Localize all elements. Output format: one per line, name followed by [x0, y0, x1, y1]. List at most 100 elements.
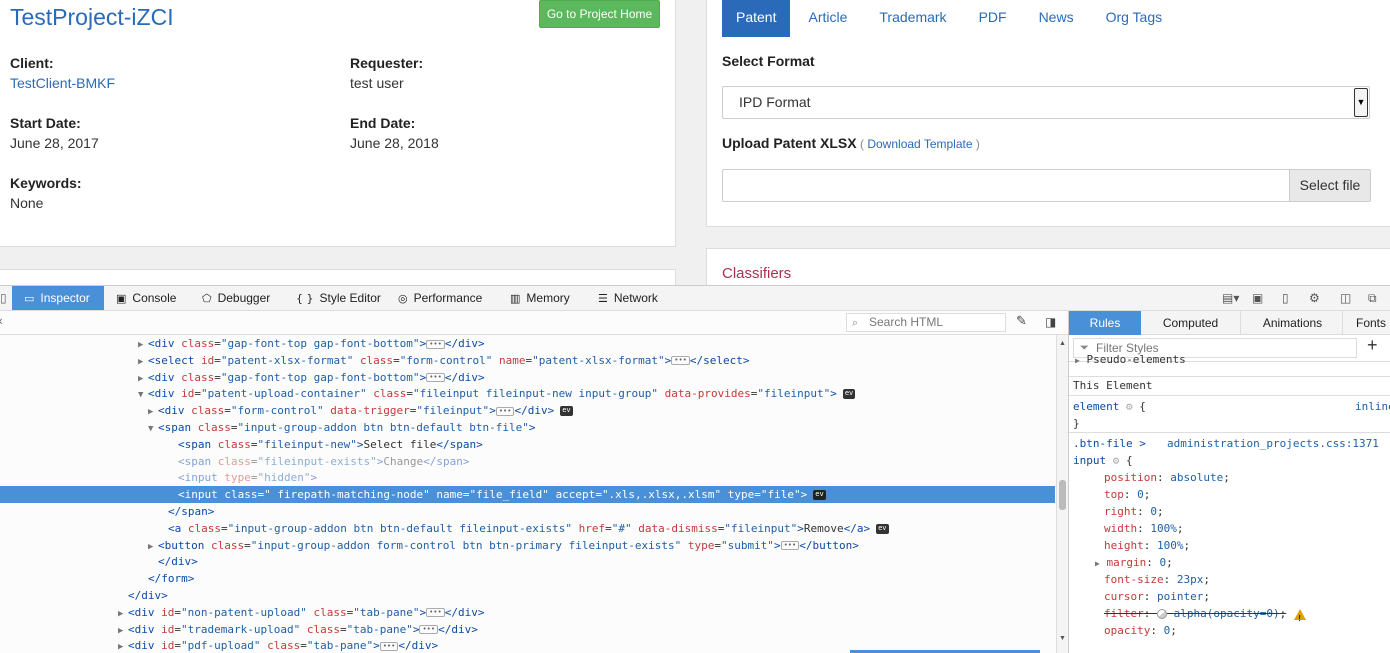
collapsed-ellipsis-icon[interactable]: •••: [671, 356, 690, 366]
tab-trademark[interactable]: Trademark: [865, 0, 960, 37]
tab-console[interactable]: ▣ Console: [116, 286, 176, 310]
element-picker-icon[interactable]: ▯: [0, 286, 10, 310]
network-icon: ☰: [598, 292, 608, 305]
event-badge[interactable]: ev: [876, 523, 889, 534]
client-link[interactable]: TestClient-BMKF: [10, 75, 115, 91]
project-info-panel: [0, 0, 676, 247]
markup-node[interactable]: ▼ <div id="patent-upload-container" class…: [0, 385, 1055, 402]
toggle-sidebar-icon[interactable]: ◨: [1045, 315, 1056, 329]
markup-node[interactable]: ▶ <div class="gap-font-top gap-font-botto…: [0, 335, 1055, 352]
event-badge[interactable]: ev: [560, 406, 573, 417]
tab-style-editor[interactable]: { } Style Editor: [296, 286, 381, 310]
go-to-project-home-button[interactable]: Go to Project Home: [539, 0, 660, 28]
css-declaration[interactable]: ▶ margin: 0;: [1095, 554, 1390, 572]
collapsed-twisty-icon[interactable]: ▶: [118, 639, 128, 653]
popout-icon[interactable]: ⧉: [1368, 291, 1377, 306]
format-select[interactable]: IPD Format ▼: [722, 86, 1370, 119]
eyedropper-icon[interactable]: ✎: [1016, 314, 1027, 329]
tab-computed[interactable]: Computed: [1141, 311, 1241, 335]
css-declaration[interactable]: top: 0;: [1104, 486, 1390, 503]
scrollbar-thumb[interactable]: [1059, 480, 1066, 510]
markup-node[interactable]: ▶ <div id="trademark-upload" class="tab-p…: [0, 621, 1055, 638]
tab-pdf[interactable]: PDF: [965, 0, 1021, 37]
tab-performance[interactable]: ◎ Performance: [398, 286, 482, 310]
css-declaration[interactable]: opacity: 0;: [1104, 622, 1390, 639]
tab-network[interactable]: ☰ Network: [598, 286, 658, 310]
markup-node[interactable]: ▼ <span class="input-group-addon btn btn-…: [0, 419, 1055, 436]
filter-swatch-icon[interactable]: [1157, 609, 1167, 619]
tab-article[interactable]: Article: [794, 0, 861, 37]
rule-source-link[interactable]: administration_projects.css:1371: [1167, 435, 1390, 452]
select-format-label: Select Format: [722, 53, 815, 69]
markup-node[interactable]: ▶ <div class="form-control" data-trigger=…: [0, 402, 1055, 419]
markup-node[interactable]: </div>: [0, 553, 1055, 570]
scroll-up-icon[interactable]: ▲: [1059, 340, 1066, 347]
tab-memory[interactable]: ▥ Memory: [510, 286, 570, 310]
markup-node[interactable]: </div>: [0, 587, 1055, 604]
css-declaration[interactable]: font-size: 23px;: [1104, 571, 1390, 588]
collapsed-ellipsis-icon[interactable]: •••: [379, 641, 399, 651]
split-console-icon[interactable]: ▣: [1252, 291, 1263, 305]
event-badge[interactable]: ev: [813, 490, 826, 501]
markup-node[interactable]: ▶ <div class="gap-font-top gap-font-botto…: [0, 369, 1055, 386]
chevron-down-icon[interactable]: ▼: [1354, 88, 1368, 117]
breadcrumb-arrow-icon[interactable]: ‹: [0, 314, 3, 328]
markup-node[interactable]: ▶ <div id="non-patent-upload" class="tab-…: [0, 604, 1055, 621]
markup-node[interactable]: ▶ <select id="patent-xlsx-format" class="…: [0, 352, 1055, 369]
tab-org-tags[interactable]: Org Tags: [1092, 0, 1177, 37]
css-declaration[interactable]: position: absolute;: [1104, 469, 1390, 486]
search-html-input[interactable]: ⌕ Search HTML: [846, 313, 1006, 332]
markup-node[interactable]: </span>: [0, 503, 1055, 520]
selected-markup-node[interactable]: <input class=" firepath-matching-node" n…: [0, 486, 1055, 504]
css-declaration[interactable]: cursor: pointer;: [1104, 588, 1390, 605]
markup-node[interactable]: <span class="fileinput-new">Select file<…: [0, 436, 1055, 453]
tab-memory-label: Memory: [526, 291, 570, 305]
end-date-value: June 28, 2018: [350, 135, 439, 151]
collapsed-ellipsis-icon[interactable]: •••: [426, 608, 445, 618]
rule-options-icon: ⚙: [1112, 454, 1120, 467]
markup-node[interactable]: <a class="input-group-addon btn btn-defa…: [0, 520, 1055, 537]
dock-layout-icon[interactable]: ▤▾: [1222, 291, 1239, 305]
expand-arrow-icon[interactable]: ▶: [1095, 559, 1100, 568]
tab-rules[interactable]: Rules: [1069, 311, 1141, 335]
collapsed-ellipsis-icon[interactable]: •••: [426, 339, 445, 349]
file-display-field[interactable]: [722, 169, 1290, 202]
tab-performance-label: Performance: [413, 291, 483, 305]
css-declaration[interactable]: filter: alpha(opacity=0);: [1104, 605, 1390, 627]
tab-patent[interactable]: Patent: [722, 0, 791, 37]
scroll-down-icon[interactable]: ▼: [1059, 635, 1066, 642]
collapsed-ellipsis-icon[interactable]: •••: [780, 541, 800, 551]
markup-node[interactable]: <input type="hidden">: [0, 469, 1055, 486]
gear-icon[interactable]: ⚙: [1309, 291, 1320, 305]
event-badge[interactable]: ev: [842, 389, 856, 400]
pseudo-elements-row[interactable]: ▶ Pseudo-elements: [1075, 351, 1390, 369]
tab-news[interactable]: News: [1025, 0, 1088, 37]
markup-node[interactable]: <span class="fileinput-exists">Change</s…: [0, 453, 1055, 470]
markup-node[interactable]: </form>: [0, 570, 1055, 587]
tab-animations[interactable]: Animations: [1243, 311, 1343, 335]
element-rule[interactable]: element ⚙ {: [1073, 398, 1390, 415]
css-declaration[interactable]: right: 0;: [1104, 503, 1390, 520]
css-declaration[interactable]: height: 100%;: [1104, 537, 1390, 554]
rule-selector-line2[interactable]: input ⚙ {: [1073, 452, 1390, 469]
css-declaration[interactable]: width: 100%;: [1104, 520, 1390, 537]
collapsed-ellipsis-icon[interactable]: •••: [426, 373, 445, 383]
select-file-button[interactable]: Select file: [1289, 169, 1371, 202]
tab-inspector[interactable]: ▭ Inspector: [12, 286, 104, 310]
tab-debugger[interactable]: ⬠ Debugger: [202, 286, 270, 310]
markup-scrollbar[interactable]: ▲ ▼: [1056, 335, 1068, 653]
pseudo-elements-label: Pseudo-elements: [1086, 353, 1186, 366]
tab-inspector-label: Inspector: [40, 291, 90, 305]
tab-fonts[interactable]: Fonts: [1343, 311, 1390, 335]
keywords-value: None: [10, 195, 44, 211]
element-inline-source[interactable]: inline: [1355, 398, 1390, 415]
download-template-link[interactable]: Download Template: [867, 137, 972, 151]
element-inline-label: inline: [1355, 400, 1390, 413]
start-date-value: June 28, 2017: [10, 135, 99, 151]
markup-view[interactable]: ▶ <div class="gap-font-top gap-font-botto…: [0, 335, 1055, 653]
collapsed-ellipsis-icon[interactable]: •••: [495, 406, 515, 416]
responsive-mode-icon[interactable]: ▯: [1282, 291, 1289, 305]
collapsed-ellipsis-icon[interactable]: •••: [419, 625, 439, 635]
markup-node[interactable]: ▶ <button class="input-group-addon form-c…: [0, 537, 1055, 554]
sidebar-toggle-icon[interactable]: ◫: [1340, 291, 1351, 305]
